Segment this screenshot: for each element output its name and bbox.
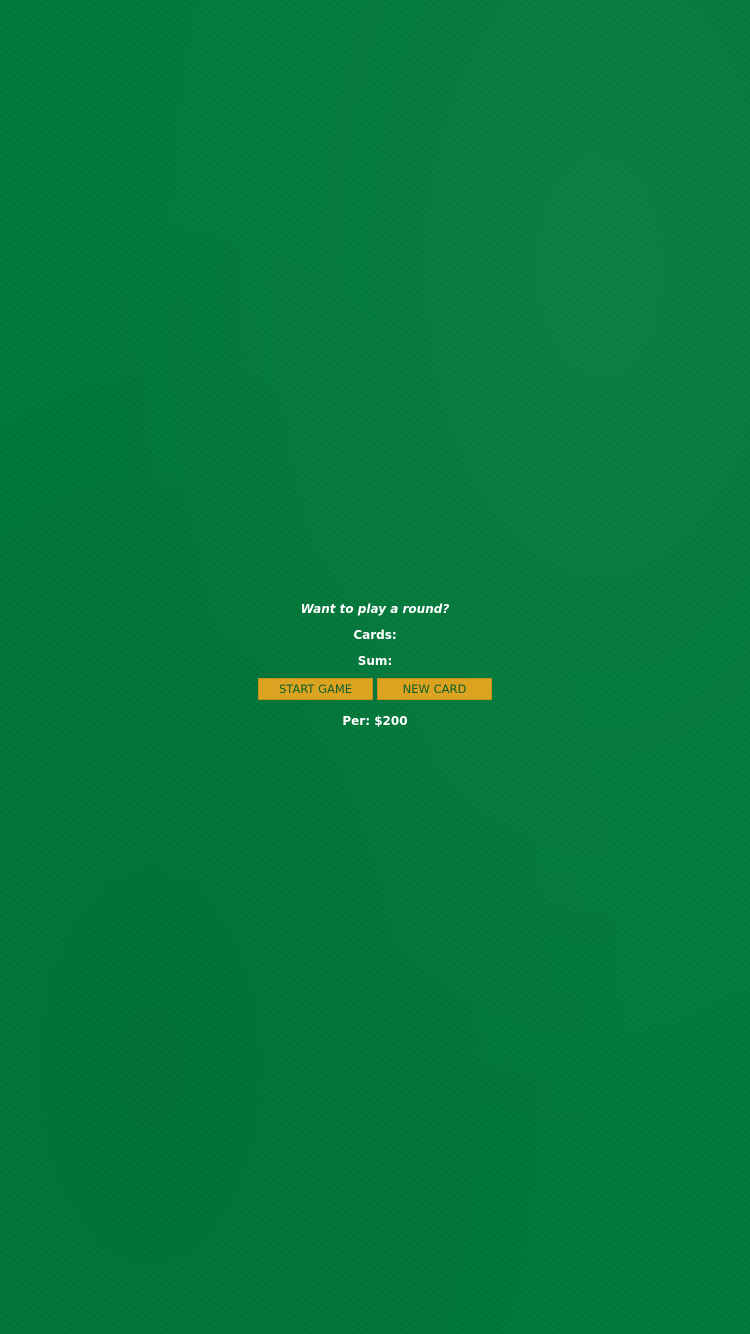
start-game-button[interactable]: START GAME — [258, 678, 373, 700]
game-panel: Want to play a round? Cards: Sum: START … — [0, 600, 750, 730]
sum-label: Sum: — [357, 654, 393, 668]
cards-label: Cards: — [353, 628, 397, 642]
message-text: Want to play a round? — [300, 602, 450, 616]
button-row: START GAME NEW CARD — [0, 678, 750, 700]
player-info: Per: $200 — [342, 714, 408, 728]
new-card-button[interactable]: NEW CARD — [377, 678, 492, 700]
